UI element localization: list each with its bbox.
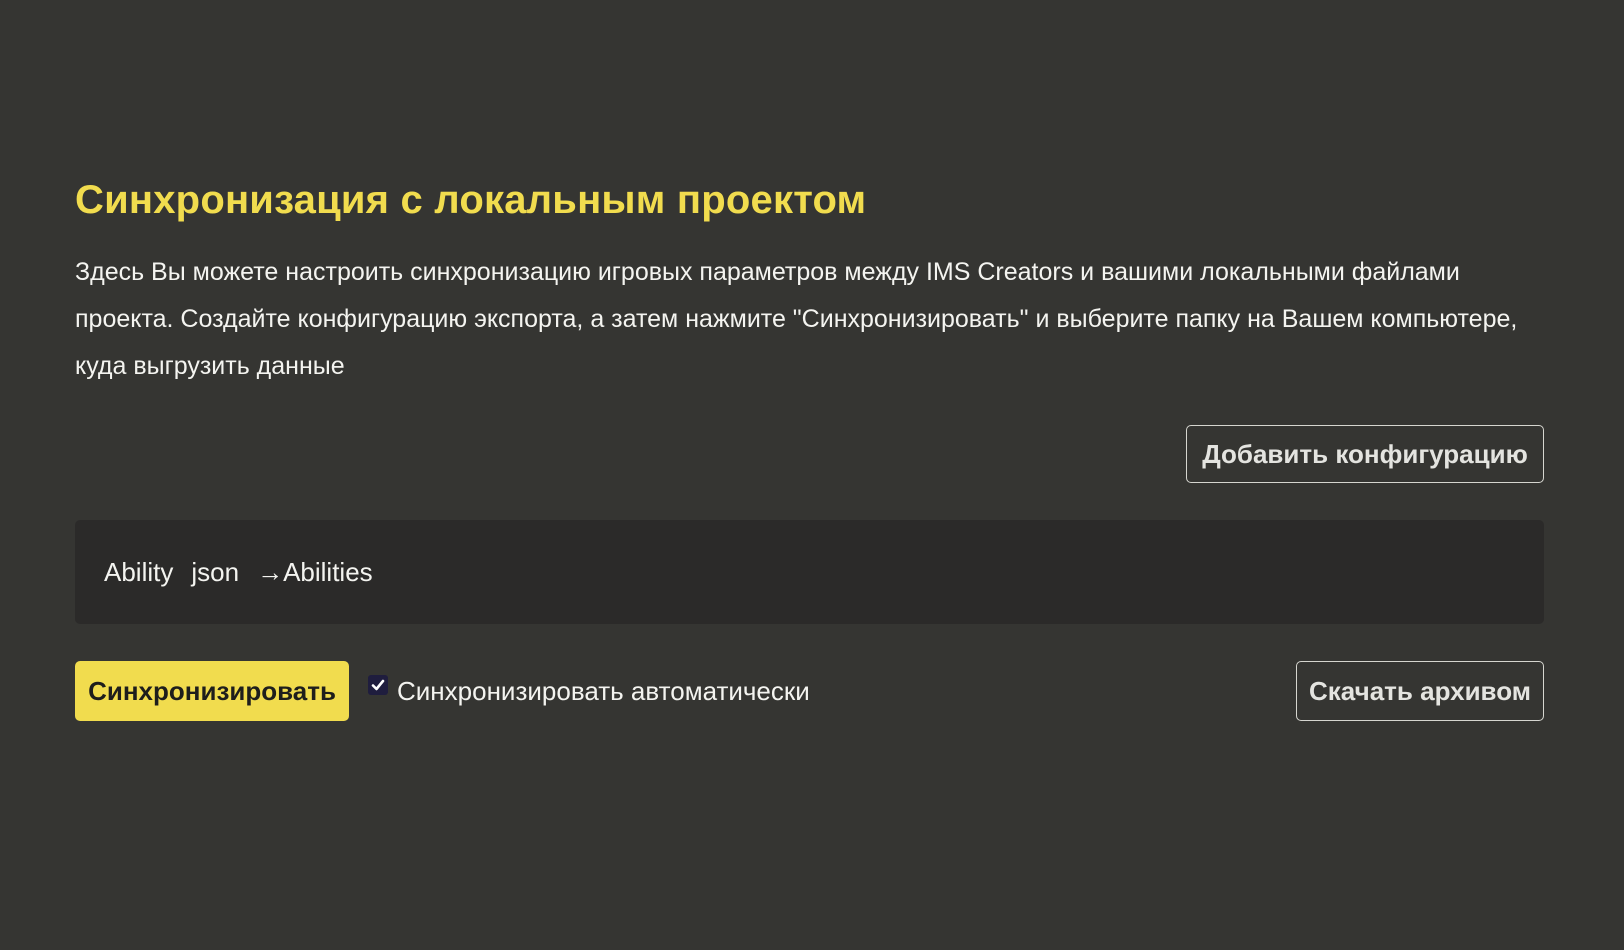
page-title: Синхронизация с локальным проектом <box>75 178 867 222</box>
config-target: Abilities <box>283 556 373 587</box>
check-icon <box>371 679 385 691</box>
actions-row: Синхронизировать Синхронизировать автома… <box>75 661 1544 721</box>
config-entity: Ability <box>104 556 174 587</box>
config-format: json <box>191 556 240 587</box>
page-description: Здесь Вы можете настроить синхронизацию … <box>75 258 1518 380</box>
download-archive-button[interactable]: Скачать архивом <box>1296 661 1544 721</box>
arrow-right-icon: → <box>257 556 284 587</box>
sync-page: Синхронизация с локальным проектом Здесь… <box>0 0 1624 950</box>
sync-button[interactable]: Синхронизировать <box>75 661 349 721</box>
add-configuration-button[interactable]: Добавить конфигурацию <box>1186 425 1544 483</box>
config-item[interactable]: Ability json → Abilities <box>75 520 1544 624</box>
auto-sync-checkbox[interactable] <box>368 675 388 695</box>
auto-sync-toggle[interactable]: Синхронизировать автоматически <box>368 661 810 721</box>
auto-sync-label: Синхронизировать автоматически <box>397 675 810 706</box>
